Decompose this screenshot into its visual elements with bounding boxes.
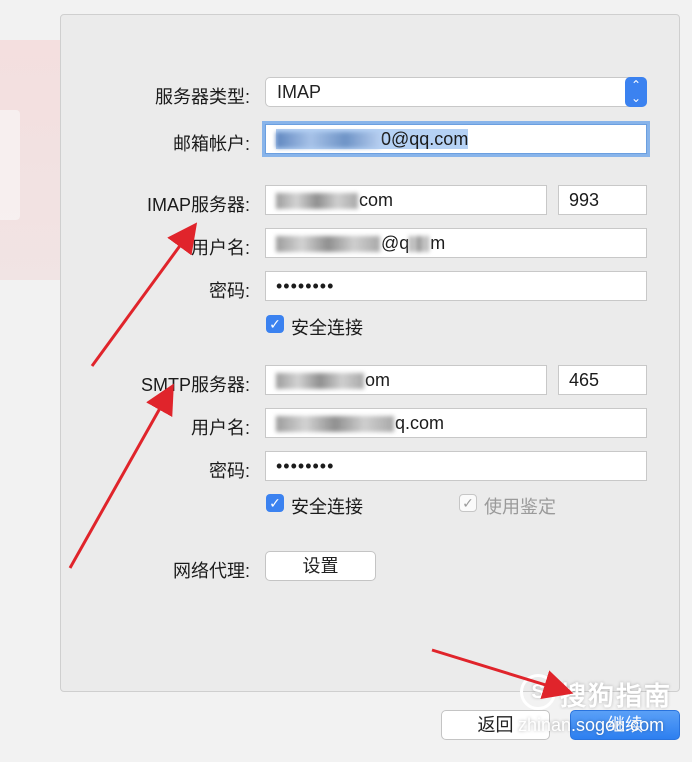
- smtp-password-field[interactable]: ••••••••: [265, 451, 647, 481]
- redacted-text: [276, 416, 394, 433]
- imap-username-label: 用户名:: [190, 238, 250, 258]
- imap-server-field[interactable]: com: [265, 185, 547, 215]
- imap-password-label: 密码:: [208, 281, 250, 301]
- imap-port-field[interactable]: 993: [558, 185, 647, 215]
- account-field[interactable]: 0@qq.com: [265, 124, 647, 154]
- checkmark-icon: ✓: [269, 316, 281, 332]
- smtp-port-field[interactable]: 465: [558, 365, 647, 395]
- smtp-auth-checkbox[interactable]: ✓: [459, 494, 477, 512]
- server-type-label: 服务器类型:: [154, 87, 250, 107]
- chevron-updown-icon[interactable]: ⌃ ⌄: [625, 77, 647, 107]
- smtp-ssl-checkbox[interactable]: ✓: [266, 494, 284, 512]
- background-decoration-inner: [0, 110, 20, 220]
- smtp-server-text: om: [365, 370, 391, 390]
- imap-ssl-label: 安全连接: [291, 318, 363, 338]
- checkmark-icon: ✓: [269, 495, 281, 511]
- redacted-text: [276, 132, 380, 149]
- smtp-server-field[interactable]: om: [265, 365, 547, 395]
- redacted-text: [276, 236, 380, 253]
- account-selected-text: 0@qq.com: [276, 129, 469, 149]
- smtp-auth-label: 使用鉴定: [484, 497, 556, 517]
- proxy-label: 网络代理:: [172, 561, 250, 581]
- imap-username-tail: m: [430, 233, 446, 253]
- server-type-select[interactable]: IMAP ⌃ ⌄: [265, 77, 647, 107]
- imap-username-text: @q: [381, 233, 410, 253]
- account-text: 0@qq.com: [381, 129, 469, 149]
- smtp-username-field[interactable]: q.com: [265, 408, 647, 438]
- account-settings-panel: [60, 14, 680, 692]
- proxy-settings-button[interactable]: 设置: [265, 551, 376, 581]
- watermark-url: zhinan.sogou.com: [518, 715, 665, 735]
- imap-server-text: com: [359, 190, 394, 210]
- smtp-username-text: q.com: [395, 413, 445, 433]
- redacted-text: [409, 236, 430, 253]
- imap-password-field[interactable]: ••••••••: [265, 271, 647, 301]
- redacted-text: [276, 193, 358, 210]
- smtp-username-label: 用户名:: [190, 418, 250, 438]
- imap-server-label: IMAP服务器:: [146, 195, 250, 215]
- smtp-ssl-label: 安全连接: [291, 497, 363, 517]
- smtp-server-label: SMTP服务器:: [140, 375, 250, 395]
- server-type-value: IMAP: [277, 82, 322, 102]
- imap-username-field[interactable]: @q m: [265, 228, 647, 258]
- imap-ssl-checkbox[interactable]: ✓: [266, 315, 284, 333]
- sogou-logo-icon: S: [520, 674, 556, 710]
- checkmark-icon: ✓: [462, 495, 474, 511]
- watermark-brand: 搜狗指南: [560, 681, 673, 711]
- smtp-password-label: 密码:: [208, 461, 250, 481]
- redacted-text: [276, 373, 364, 390]
- account-label: 邮箱帐户:: [172, 134, 250, 154]
